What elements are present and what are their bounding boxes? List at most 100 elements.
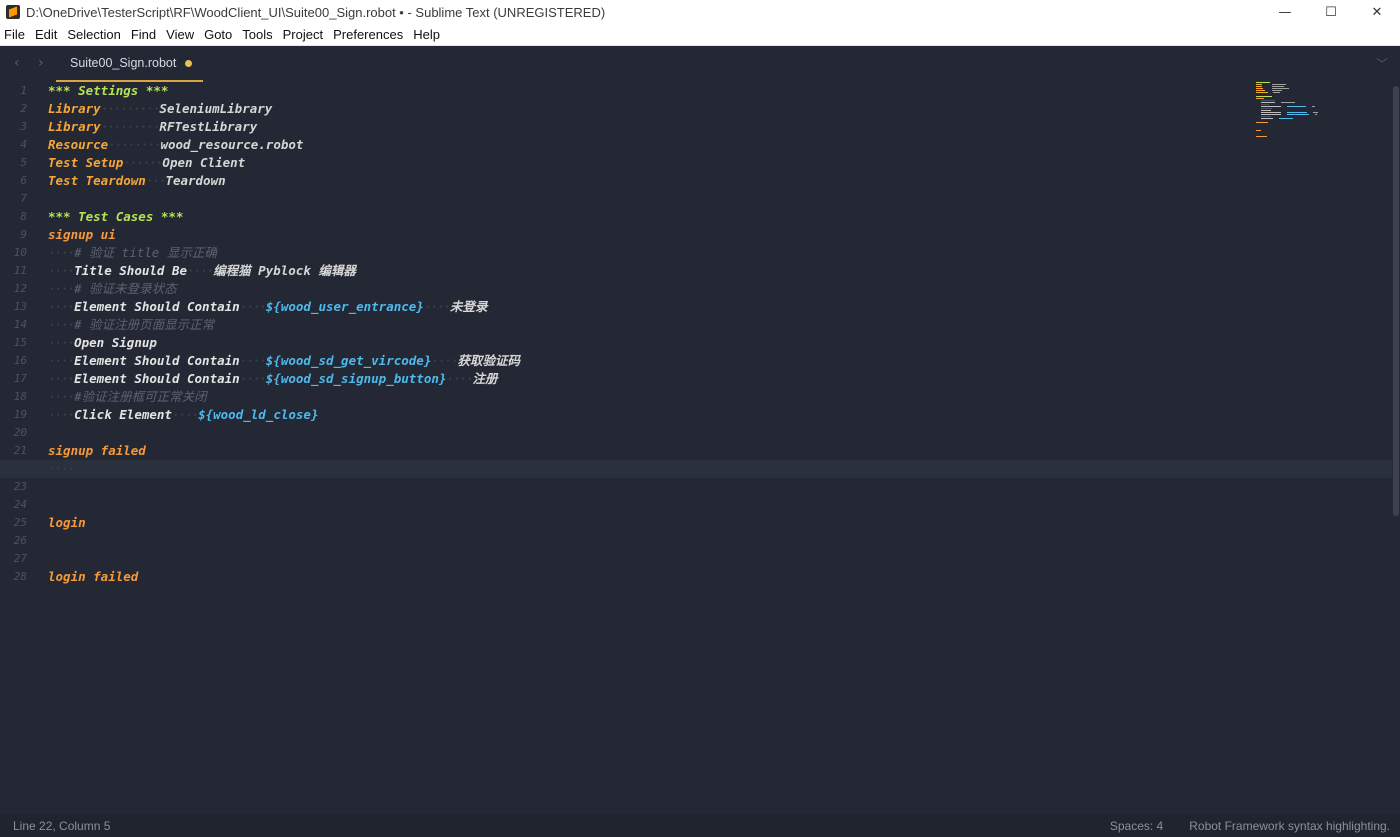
- minimap-segment: [1256, 84, 1262, 85]
- minimap-segment: [1256, 92, 1268, 93]
- cursor-position[interactable]: Line 22, Column 5: [0, 819, 110, 833]
- code-line[interactable]: Resource········wood_resource.robot: [48, 136, 1392, 154]
- code-line[interactable]: *** Settings ***: [48, 82, 1392, 100]
- menu-selection[interactable]: Selection: [62, 24, 125, 46]
- code-line[interactable]: ····# 验证 title 显示正确: [48, 244, 1392, 262]
- minimap-segment: [1261, 106, 1281, 107]
- window-controls: — ☐ ✕: [1262, 0, 1400, 24]
- syntax-status[interactable]: Robot Framework syntax highlighting.: [1189, 819, 1390, 833]
- menu-goto[interactable]: Goto: [199, 24, 237, 46]
- line-number: 7: [20, 192, 27, 205]
- menu-help[interactable]: Help: [408, 24, 445, 46]
- whitespace-marker: ····: [48, 263, 75, 278]
- code-line[interactable]: signup failed: [48, 442, 1392, 460]
- minimap-segment: [1272, 84, 1286, 85]
- code-line[interactable]: [48, 550, 1392, 568]
- code-line[interactable]: [48, 478, 1392, 496]
- tab-list-icon[interactable]: ﹀: [1376, 55, 1388, 72]
- vertical-scrollbar[interactable]: [1392, 82, 1400, 814]
- variable: ${wood_ld_close}: [198, 407, 319, 422]
- tab-back-icon[interactable]: ‹: [14, 55, 20, 71]
- code-line[interactable]: *** Test Cases ***: [48, 208, 1392, 226]
- menu-file[interactable]: File: [0, 24, 30, 46]
- scrollbar-thumb[interactable]: [1393, 86, 1399, 516]
- code-view[interactable]: *** Settings *** Library·········Selenium…: [0, 82, 1392, 586]
- minimap-segment: [1282, 114, 1286, 115]
- whitespace-marker: ···: [145, 173, 167, 188]
- minimap-segment: [1263, 84, 1271, 85]
- menu-edit[interactable]: Edit: [30, 24, 62, 46]
- editor-area[interactable]: 1234567891011121314151617181920212223242…: [0, 82, 1392, 814]
- code-line[interactable]: [48, 424, 1392, 442]
- tab-suite00-sign[interactable]: Suite00_Sign.robot: [56, 46, 203, 82]
- minimap-segment: [1256, 88, 1263, 89]
- indentation-status[interactable]: Spaces: 4: [1110, 819, 1163, 833]
- whitespace-marker: ····: [239, 299, 267, 314]
- code-line[interactable]: [48, 190, 1392, 208]
- code-line[interactable]: Test Teardown···Teardown: [48, 172, 1392, 190]
- line-number: 2: [20, 102, 27, 115]
- tab-bar: ‹ › Suite00_Sign.robot ﹀: [0, 46, 1400, 82]
- whitespace-marker: ····: [431, 353, 458, 368]
- code-line[interactable]: [48, 532, 1392, 550]
- line-number: 16: [13, 354, 27, 367]
- minimap-segment: [1256, 124, 1260, 125]
- test-case-name: login failed: [48, 569, 139, 584]
- minimize-button[interactable]: —: [1262, 0, 1308, 24]
- minimap-segment: [1256, 102, 1260, 103]
- line-number: 18: [13, 390, 27, 403]
- sublime-app-icon: [6, 5, 20, 19]
- menu-find[interactable]: Find: [126, 24, 161, 46]
- minimap-segment: [1308, 112, 1312, 113]
- code-line[interactable]: ····Element Should Contain····${wood_use…: [48, 298, 1392, 316]
- minimap[interactable]: [1254, 82, 1334, 142]
- whitespace-marker: ····: [48, 353, 75, 368]
- whitespace-marker: ······: [123, 155, 163, 170]
- minimap-segment: [1263, 86, 1271, 87]
- minimap-segment: [1261, 108, 1272, 109]
- minimap-segment: [1261, 118, 1273, 119]
- code-line[interactable]: Library·········SeleniumLibrary: [48, 100, 1392, 118]
- unsaved-dot-icon: [185, 59, 193, 67]
- minimap-segment: [1266, 90, 1271, 91]
- test-case-name: signup ui: [48, 227, 116, 242]
- title-bar: D:\OneDrive\TesterScript\RF\WoodClient_U…: [0, 0, 1400, 24]
- setting-keyword: Resource: [48, 137, 109, 152]
- whitespace-marker: ····: [48, 461, 75, 476]
- code-line[interactable]: Library·········RFTestLibrary: [48, 118, 1392, 136]
- menu-project[interactable]: Project: [278, 24, 328, 46]
- code-line[interactable]: ····# 验证未登录状态: [48, 280, 1392, 298]
- window-title: D:\OneDrive\TesterScript\RF\WoodClient_U…: [26, 4, 606, 20]
- keyword-call: Open Signup: [74, 335, 157, 350]
- code-line[interactable]: login failed: [48, 568, 1392, 586]
- code-line[interactable]: [48, 496, 1392, 514]
- code-line[interactable]: ····# 验证注册页面显示正常: [48, 316, 1392, 334]
- minimap-segment: [1261, 100, 1275, 101]
- menu-preferences[interactable]: Preferences: [328, 24, 408, 46]
- code-line[interactable]: login: [48, 514, 1392, 532]
- minimap-segment: [1315, 114, 1317, 115]
- whitespace-marker: ····: [446, 371, 473, 386]
- line-number: 26: [13, 534, 27, 547]
- close-button[interactable]: ✕: [1354, 0, 1400, 24]
- code-line[interactable]: ····Click Element····${wood_ld_close}: [48, 406, 1392, 424]
- maximize-button[interactable]: ☐: [1308, 0, 1354, 24]
- code-line[interactable]: ····#验证注册框可正常关闭: [48, 388, 1392, 406]
- code-line[interactable]: ····Element Should Contain····${wood_sd_…: [48, 370, 1392, 388]
- minimap-segment: [1256, 112, 1260, 113]
- menu-view[interactable]: View: [161, 24, 199, 46]
- minimap-segment: [1269, 92, 1272, 93]
- minimap-segment: [1287, 114, 1309, 115]
- code-line[interactable]: ····Element Should Contain····${wood_sd_…: [48, 352, 1392, 370]
- line-number: 15: [13, 336, 27, 349]
- code-line[interactable]: signup ui: [48, 226, 1392, 244]
- code-line[interactable]: ····Open Signup: [48, 334, 1392, 352]
- code-line[interactable]: ····Title Should Be····编程猫 Pyblock 编辑器: [48, 262, 1392, 280]
- menu-tools[interactable]: Tools: [237, 24, 277, 46]
- tab-forward-icon[interactable]: ›: [38, 55, 44, 71]
- minimap-segment: [1256, 114, 1260, 115]
- code-line[interactable]: ····: [0, 460, 1392, 478]
- code-line[interactable]: Test Setup······Open Client: [48, 154, 1392, 172]
- argument: 编程猫 Pyblock 编辑器: [213, 263, 356, 278]
- minimap-segment: [1256, 122, 1268, 123]
